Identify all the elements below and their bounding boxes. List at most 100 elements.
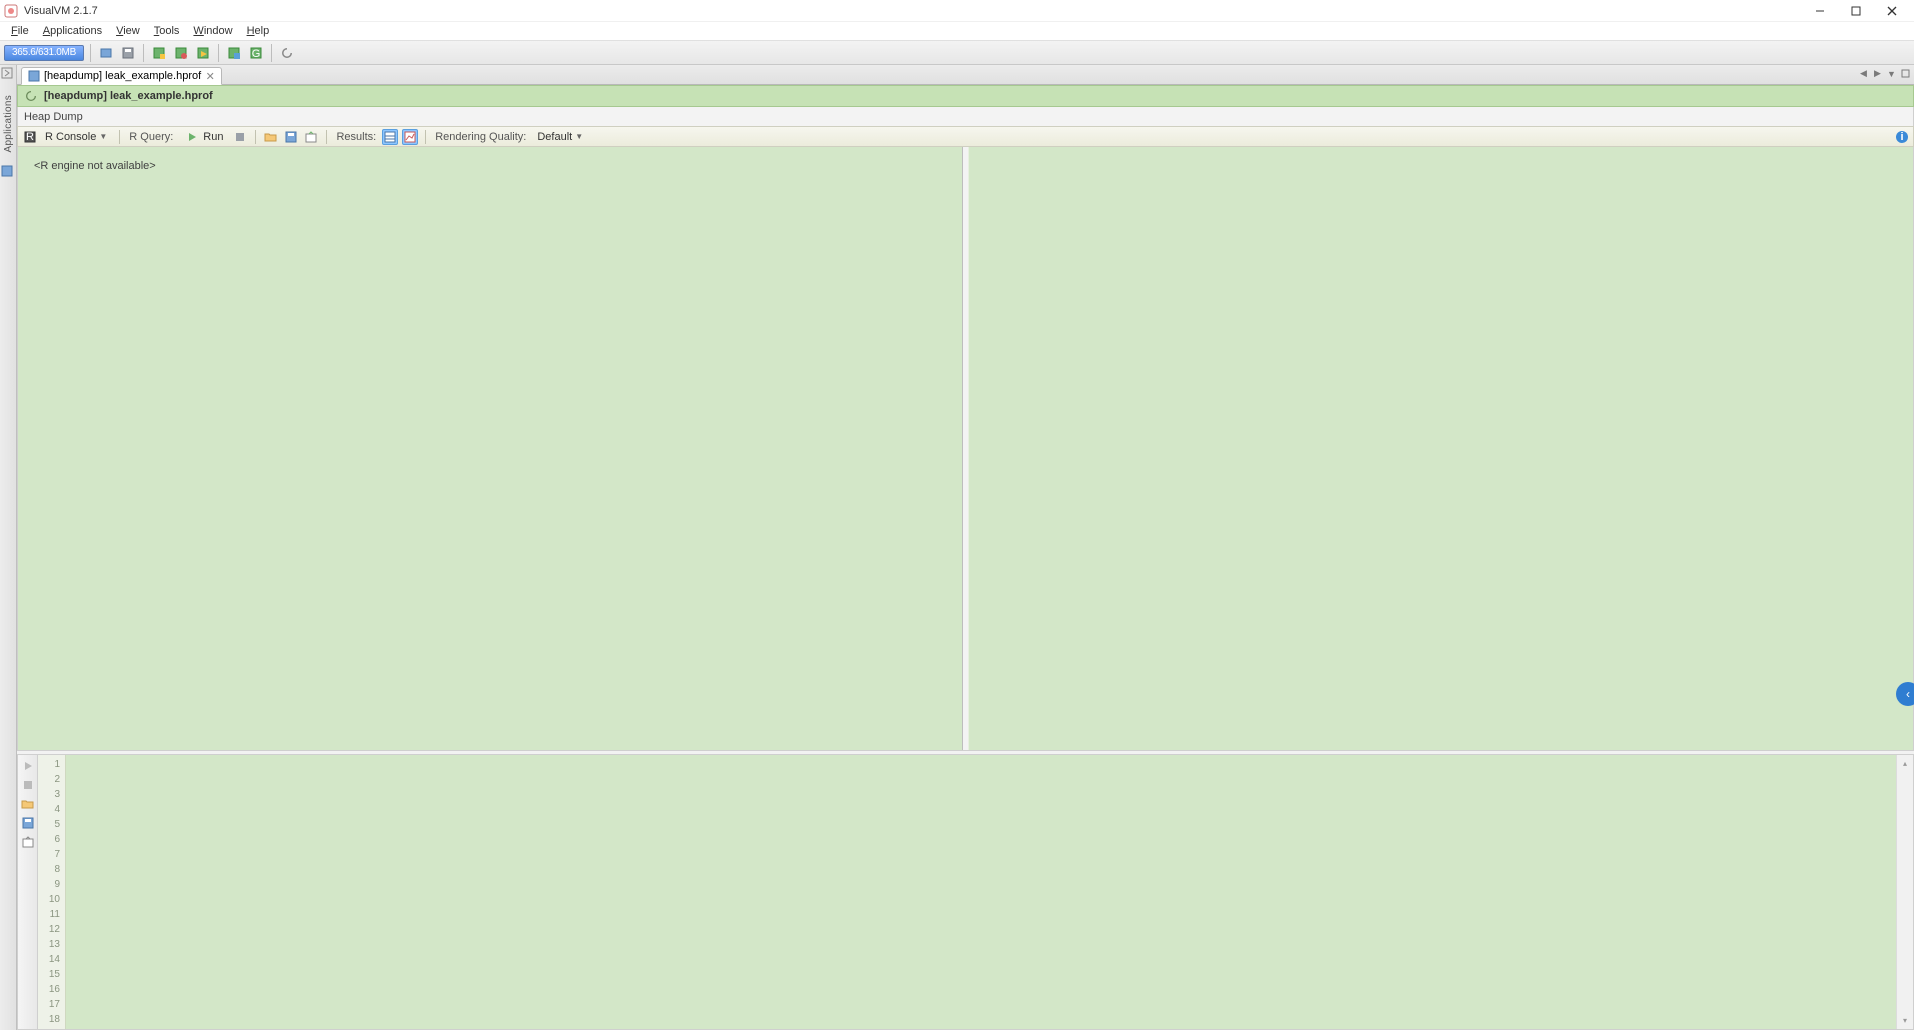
editor-save-icon[interactable] (20, 815, 36, 831)
document-title: [heapdump] leak_example.hprof (44, 90, 213, 102)
line-number: 18 (38, 1012, 65, 1027)
save-icon[interactable] (119, 44, 137, 62)
scroll-up-icon[interactable]: ▴ (1897, 755, 1913, 772)
svg-text:G: G (252, 48, 261, 60)
side-nub-icon[interactable]: ‹ (1896, 682, 1914, 706)
toolbar-separator (255, 130, 256, 144)
toolbar-separator (143, 44, 144, 62)
tab-close-icon[interactable]: ✕ (205, 71, 215, 81)
menu-help[interactable]: Help (240, 25, 277, 37)
tab-maximize-icon[interactable] (1899, 67, 1912, 80)
tab-scroll-right-icon[interactable]: ▶ (1871, 67, 1884, 80)
run-label: Run (203, 131, 223, 143)
menubar: File Applications View Tools Window Help (0, 22, 1914, 41)
main-toolbar: 365.6/631.0MB G (0, 41, 1914, 65)
window-titlebar: VisualVM 2.1.7 (0, 0, 1914, 22)
toolbar-separator (119, 130, 120, 144)
r-console-icon: R (22, 129, 38, 145)
open-snapshot-icon[interactable] (97, 44, 115, 62)
thread-dump-icon[interactable] (150, 44, 168, 62)
editor-stop-icon[interactable] (20, 777, 36, 793)
close-button[interactable] (1874, 0, 1910, 22)
maximize-button[interactable] (1838, 0, 1874, 22)
plugin-icon-1[interactable] (225, 44, 243, 62)
r-query-label: R Query: (127, 131, 175, 143)
menu-view[interactable]: View (109, 25, 147, 37)
window-title: VisualVM 2.1.7 (24, 5, 98, 17)
svg-text:R: R (26, 131, 34, 143)
line-number: 1 (38, 757, 65, 772)
minimize-button[interactable] (1802, 0, 1838, 22)
refresh-doc-icon[interactable] (24, 89, 38, 103)
menu-applications[interactable]: Applications (36, 25, 109, 37)
editor-open-icon[interactable] (20, 796, 36, 812)
panes: <R engine not available> (17, 147, 1914, 750)
export-icon[interactable] (303, 129, 319, 145)
line-number: 2 (38, 772, 65, 787)
document-toolbar: R R Console▼ R Query: Run Results: Rende… (17, 126, 1914, 147)
line-number-gutter: 123456789101112131415161718 (38, 755, 66, 1029)
scroll-down-icon[interactable]: ▾ (1897, 1012, 1913, 1029)
tabstrip: [heapdump] leak_example.hprof ✕ ◀ ▶ ▼ (17, 65, 1914, 85)
refresh-icon[interactable] (278, 44, 296, 62)
left-pane: <R engine not available> (18, 147, 963, 750)
rail-label-applications[interactable]: Applications (3, 95, 14, 153)
tab-heapdump[interactable]: [heapdump] leak_example.hprof ✕ (21, 67, 222, 85)
restore-sidebar-icon[interactable] (1, 67, 15, 81)
heapdump-tab-icon (28, 70, 40, 82)
r-console-label: R Console (45, 131, 96, 143)
bottom-editor: 123456789101112131415161718 ▴ ▾ (17, 755, 1914, 1030)
line-number: 7 (38, 847, 65, 862)
line-number: 16 (38, 982, 65, 997)
app-icon (4, 4, 18, 18)
run-button[interactable]: Run (179, 128, 228, 146)
left-rail: Applications (0, 65, 17, 1030)
svg-text:i: i (1900, 131, 1903, 143)
plugin-icon-2[interactable]: G (247, 44, 265, 62)
open-folder-icon[interactable] (263, 129, 279, 145)
line-number: 6 (38, 832, 65, 847)
line-number: 14 (38, 952, 65, 967)
line-number: 11 (38, 907, 65, 922)
tab-scroll-left-icon[interactable]: ◀ (1857, 67, 1870, 80)
document-area: [heapdump] leak_example.hprof ✕ ◀ ▶ ▼ [h… (17, 65, 1914, 1030)
rail-app-icon[interactable] (1, 165, 15, 179)
memory-indicator[interactable]: 365.6/631.0MB (4, 45, 84, 61)
play-icon (184, 129, 200, 145)
render-quality-dropdown[interactable]: Default ▼ (532, 130, 588, 144)
stop-icon[interactable] (232, 129, 248, 145)
line-number: 3 (38, 787, 65, 802)
line-number: 4 (38, 802, 65, 817)
code-area[interactable]: ▴ ▾ (66, 755, 1913, 1029)
toolbar-separator (425, 130, 426, 144)
right-pane (968, 147, 1913, 750)
editor-scrollbar[interactable]: ▴ ▾ (1896, 755, 1913, 1029)
editor-export-icon[interactable] (20, 834, 36, 850)
document-subtitle: Heap Dump (17, 107, 1914, 126)
info-icon[interactable]: i (1895, 130, 1909, 144)
profiler-icon[interactable] (194, 44, 212, 62)
results-table-icon[interactable] (382, 129, 398, 145)
tab-dropdown-icon[interactable]: ▼ (1885, 67, 1898, 80)
line-number: 12 (38, 922, 65, 937)
menu-window[interactable]: Window (186, 25, 239, 37)
render-quality-label: Rendering Quality: (433, 131, 528, 143)
r-engine-unavailable-message: <R engine not available> (34, 160, 156, 172)
menu-file[interactable]: File (4, 25, 36, 37)
results-chart-icon[interactable] (402, 129, 418, 145)
editor-run-icon[interactable] (20, 758, 36, 774)
chevron-down-icon: ▼ (99, 132, 107, 141)
save-query-icon[interactable] (283, 129, 299, 145)
menu-tools[interactable]: Tools (147, 25, 187, 37)
tab-label: [heapdump] leak_example.hprof (44, 70, 201, 82)
line-number: 9 (38, 877, 65, 892)
editor-rail (18, 755, 38, 1029)
r-console-dropdown[interactable]: R R Console▼ (22, 129, 112, 145)
body-row: Applications [heapdump] leak_example.hpr… (0, 65, 1914, 1030)
toolbar-separator (218, 44, 219, 62)
line-number: 8 (38, 862, 65, 877)
line-number: 15 (38, 967, 65, 982)
document-header: [heapdump] leak_example.hprof (17, 85, 1914, 107)
heap-dump-icon[interactable] (172, 44, 190, 62)
line-number: 10 (38, 892, 65, 907)
